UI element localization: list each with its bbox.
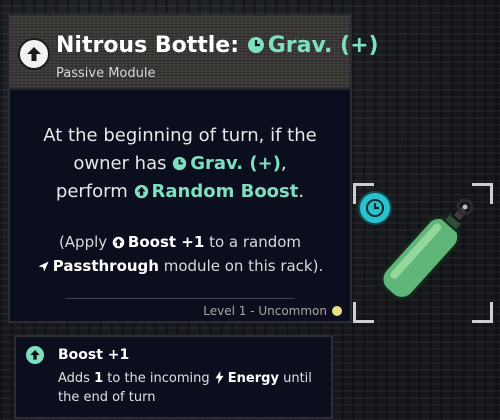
note-line-1: (Apply Boost +1 to a random bbox=[58, 233, 302, 251]
rarity-footer: Level 1 - Uncommon bbox=[203, 304, 342, 318]
rarity-dot-icon bbox=[332, 306, 342, 316]
module-tooltip: Nitrous Bottle: Grav. (+) Passive Module… bbox=[8, 14, 379, 323]
passthrough-keyword[interactable]: Passthrough bbox=[37, 257, 159, 275]
grav-keyword[interactable]: Grav. (+) bbox=[247, 33, 379, 58]
energy-keyword[interactable]: Energy bbox=[214, 371, 279, 386]
passthrough-arrow-icon bbox=[38, 261, 49, 272]
boost-arrow-icon bbox=[26, 346, 44, 364]
keyword-title: Boost +1 bbox=[58, 347, 130, 363]
boost-keyword-inline[interactable]: Boost +1 bbox=[112, 233, 204, 251]
note-line-2: Passthrough module on this rack). bbox=[20, 254, 340, 278]
effect-note: (Apply Boost +1 to a random Passthrough … bbox=[20, 230, 340, 278]
lightning-icon bbox=[215, 371, 224, 384]
boost-arrow-icon bbox=[18, 38, 50, 70]
clock-icon bbox=[173, 156, 187, 171]
effect-line-2: owner has Grav. (+), bbox=[73, 153, 287, 174]
random-boost-keyword[interactable]: Random Boost bbox=[134, 181, 298, 202]
keyword-info-box: Boost +1 Adds 1 to the incoming Energy u… bbox=[14, 335, 333, 419]
effect-line-3: perform Random Boost. bbox=[55, 181, 305, 202]
keyword-description: Adds 1 to the incoming Energy until the … bbox=[58, 371, 312, 405]
boost-amount: 1 bbox=[94, 371, 104, 386]
grav-keyword-inline[interactable]: Grav. (+) bbox=[172, 153, 281, 174]
module-name: Nitrous Bottle: bbox=[56, 33, 240, 58]
module-type: Passive Module bbox=[56, 66, 156, 81]
boost-arrow-icon bbox=[134, 184, 148, 199]
level-rarity-label: Level 1 - Uncommon bbox=[203, 304, 327, 318]
item-slot[interactable] bbox=[353, 183, 493, 323]
boost-arrow-icon bbox=[112, 236, 125, 249]
tooltip-header: Nitrous Bottle: Grav. (+) Passive Module bbox=[10, 16, 379, 90]
tooltip-divider bbox=[65, 298, 295, 299]
effect-line-1: At the beginning of turn, if the bbox=[43, 125, 317, 146]
clock-icon bbox=[247, 37, 264, 53]
effect-text: At the beginning of turn, if the owner h… bbox=[20, 122, 340, 206]
module-title: Nitrous Bottle: Grav. (+) bbox=[56, 33, 379, 58]
clock-badge-icon bbox=[358, 191, 392, 225]
